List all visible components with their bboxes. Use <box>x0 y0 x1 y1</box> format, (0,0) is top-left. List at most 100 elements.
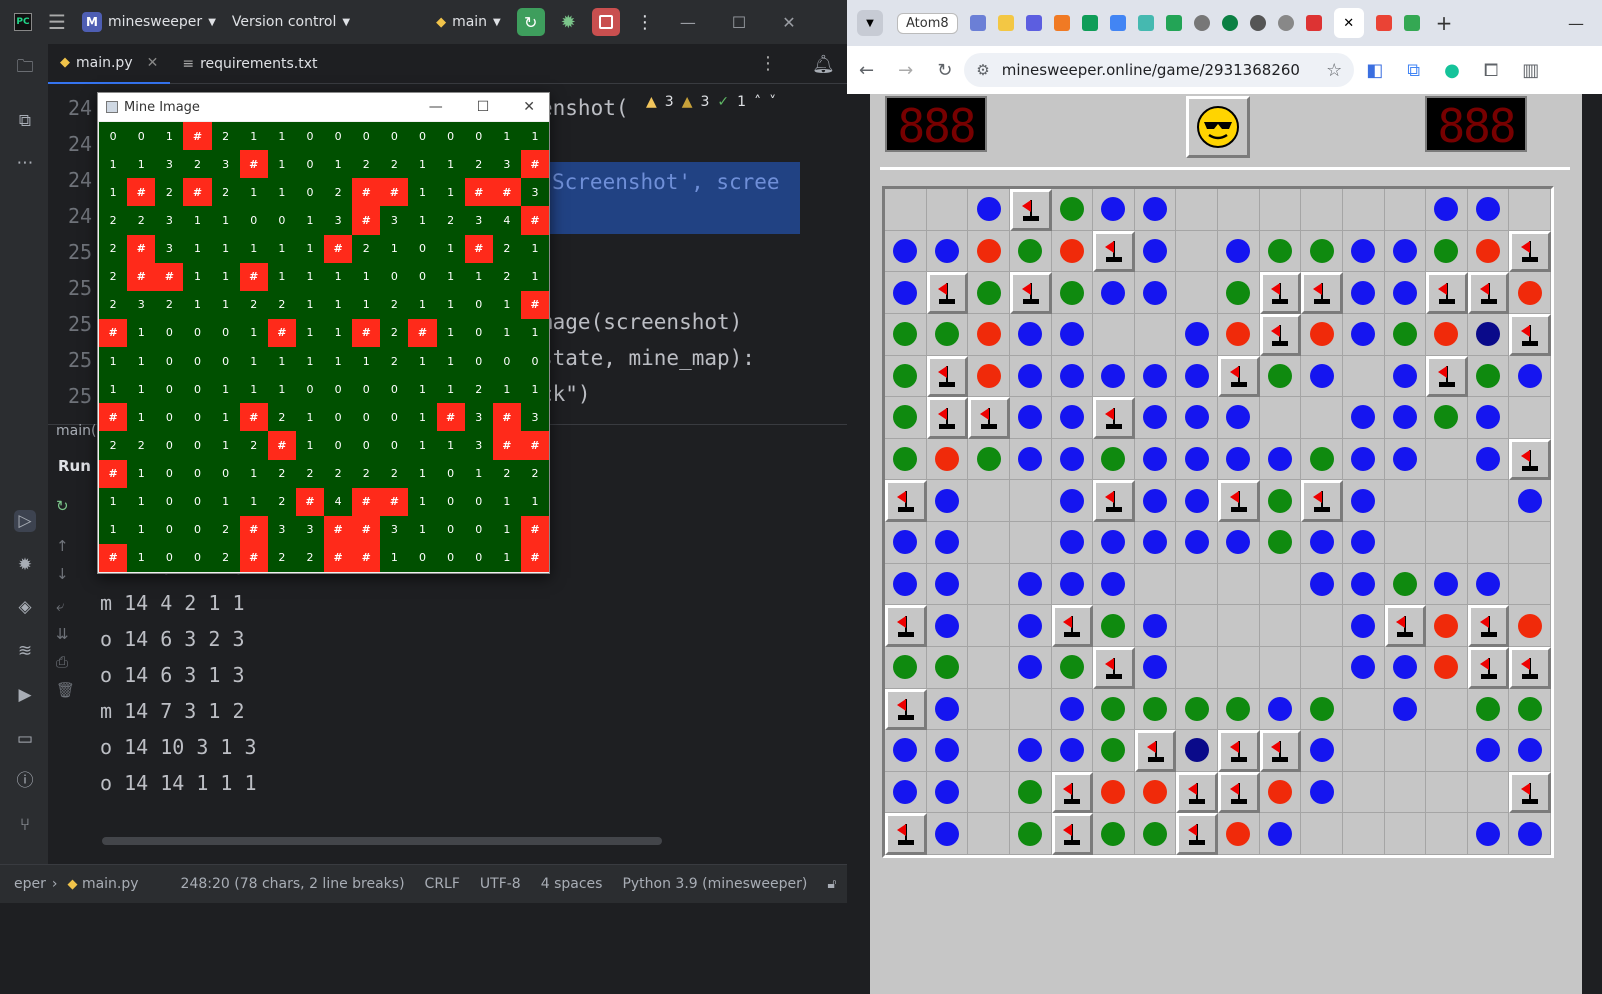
empty-cell[interactable] <box>968 480 1010 522</box>
dot-cell[interactable] <box>1509 605 1551 647</box>
flagged-cell[interactable] <box>1051 771 1094 814</box>
flagged-cell[interactable] <box>1051 813 1094 855</box>
dot-cell[interactable] <box>1259 355 1302 398</box>
dot-cell[interactable] <box>1509 480 1551 522</box>
dot-cell[interactable] <box>1176 480 1218 522</box>
close-button[interactable]: ✕ <box>523 99 535 115</box>
empty-cell[interactable] <box>1509 522 1551 564</box>
flagged-cell[interactable] <box>1259 272 1302 314</box>
dot-cell[interactable] <box>1342 522 1385 564</box>
dot-cell[interactable] <box>926 313 969 356</box>
empty-cell[interactable] <box>1467 480 1510 522</box>
empty-cell[interactable] <box>1426 730 1468 772</box>
flagged-cell[interactable] <box>1426 272 1468 314</box>
dot-cell[interactable] <box>1051 230 1094 273</box>
dot-cell[interactable] <box>1467 397 1510 439</box>
dot-cell[interactable] <box>1342 272 1385 314</box>
flagged-cell[interactable] <box>1467 605 1510 647</box>
dot-cell[interactable] <box>1301 563 1343 606</box>
empty-cell[interactable] <box>968 813 1010 855</box>
bookmark-star-icon[interactable]: ☆ <box>1326 60 1342 81</box>
dot-cell[interactable] <box>1218 813 1260 855</box>
grammarly-icon[interactable]: ● <box>1432 60 1472 81</box>
dot-cell[interactable] <box>1051 563 1094 606</box>
empty-cell[interactable] <box>1467 771 1510 814</box>
empty-cell[interactable] <box>1218 605 1260 647</box>
tab-favicon-icon[interactable] <box>1193 15 1210 31</box>
empty-cell[interactable] <box>1384 189 1427 231</box>
empty-cell[interactable] <box>1384 730 1427 772</box>
dot-cell[interactable] <box>1467 688 1510 731</box>
dot-cell[interactable] <box>1342 480 1385 522</box>
empty-cell[interactable] <box>1134 313 1177 356</box>
tab-main-py[interactable]: ◆ main.py ✕ <box>48 44 171 84</box>
flagged-cell[interactable] <box>1259 313 1302 356</box>
dot-cell[interactable] <box>1426 230 1468 273</box>
empty-cell[interactable] <box>1426 813 1468 855</box>
run-config-selector[interactable]: ◆ main ▼ <box>428 14 509 30</box>
dot-cell[interactable] <box>1259 480 1302 522</box>
flagged-cell[interactable] <box>1051 605 1094 647</box>
dot-cell[interactable] <box>1093 563 1135 606</box>
dot-cell[interactable] <box>1467 189 1510 231</box>
flagged-cell[interactable] <box>1218 355 1260 398</box>
problems-icon[interactable]: ⓘ <box>14 770 36 792</box>
close-tab-icon[interactable]: ✕ <box>147 55 159 71</box>
dot-cell[interactable] <box>1051 688 1094 731</box>
dot-cell[interactable] <box>1218 230 1260 273</box>
dot-cell[interactable] <box>1342 397 1385 439</box>
dot-cell[interactable] <box>1134 646 1177 689</box>
dot-cell[interactable] <box>1384 397 1427 439</box>
flagged-cell[interactable] <box>885 605 927 647</box>
empty-cell[interactable] <box>1342 355 1385 398</box>
tab-favicon-icon[interactable] <box>1053 15 1070 31</box>
dot-cell[interactable] <box>1426 646 1468 689</box>
flagged-cell[interactable] <box>885 480 927 522</box>
indent-setting[interactable]: 4 spaces <box>541 876 603 892</box>
empty-cell[interactable] <box>1176 646 1218 689</box>
soft-wrap-icon[interactable]: ⤶ <box>56 597 64 615</box>
empty-cell[interactable] <box>1426 688 1468 731</box>
dot-cell[interactable] <box>885 563 927 606</box>
empty-cell[interactable] <box>1259 397 1302 439</box>
dot-cell[interactable] <box>1467 355 1510 398</box>
chevron-up-icon[interactable]: ˄ <box>754 94 761 110</box>
empty-cell[interactable] <box>1009 480 1052 522</box>
dot-cell[interactable] <box>1218 522 1260 564</box>
dot-cell[interactable] <box>1342 605 1385 647</box>
flagged-cell[interactable] <box>1218 771 1260 814</box>
dot-cell[interactable] <box>926 480 969 522</box>
minimize-button[interactable]: — <box>429 99 443 115</box>
dot-cell[interactable] <box>926 688 969 731</box>
dot-cell[interactable] <box>1301 438 1343 481</box>
main-menu-button[interactable]: ☰ <box>40 10 74 34</box>
flagged-cell[interactable] <box>1093 480 1135 522</box>
flagged-cell[interactable] <box>1509 771 1551 814</box>
dot-cell[interactable] <box>926 646 969 689</box>
dot-cell[interactable] <box>1009 313 1052 356</box>
dot-cell[interactable] <box>885 646 927 689</box>
empty-cell[interactable] <box>1342 688 1385 731</box>
dot-cell[interactable] <box>1384 438 1427 481</box>
dot-cell[interactable] <box>1093 189 1135 231</box>
empty-cell[interactable] <box>1134 563 1177 606</box>
dot-cell[interactable] <box>885 313 927 356</box>
empty-cell[interactable] <box>1384 771 1427 814</box>
dot-cell[interactable] <box>1176 730 1218 772</box>
dot-cell[interactable] <box>1051 397 1094 439</box>
dot-cell[interactable] <box>885 230 927 273</box>
dot-cell[interactable] <box>1342 563 1385 606</box>
inspections-widget[interactable]: ▲ 3 ▲ 3 ✓ 1 ˄ ˅ <box>646 94 776 110</box>
flagged-cell[interactable] <box>1093 397 1135 439</box>
dot-cell[interactable] <box>1134 771 1177 814</box>
tab-requirements[interactable]: ≡ requirements.txt <box>170 44 329 84</box>
status-file[interactable]: ◆ main.py <box>67 876 138 892</box>
dot-cell[interactable] <box>1259 522 1302 564</box>
dot-cell[interactable] <box>1301 771 1343 814</box>
dot-cell[interactable] <box>1134 189 1177 231</box>
tab-favicon-icon[interactable] <box>1221 15 1238 31</box>
flagged-cell[interactable] <box>926 272 969 314</box>
arrow-up-icon[interactable]: ↑ <box>56 537 69 555</box>
rerun-button[interactable]: ↻ <box>516 8 545 36</box>
back-button[interactable]: ← <box>847 60 886 81</box>
